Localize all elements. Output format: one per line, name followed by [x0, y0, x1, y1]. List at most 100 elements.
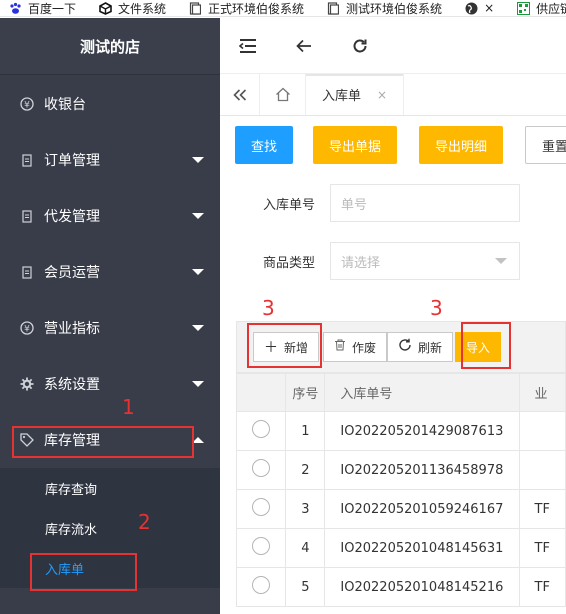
sidebar-item-members[interactable]: 会员运营 — [0, 244, 220, 300]
column-header-type: 业 — [518, 373, 566, 412]
row-no: 3 — [285, 489, 326, 529]
annotation-box-inventory — [12, 426, 194, 458]
type-select[interactable]: 请选择 — [330, 242, 520, 280]
type-placeholder: 请选择 — [341, 255, 381, 271]
sidebar-item-label: 会员运营 — [44, 265, 100, 281]
bookmark-globe[interactable]: × — [456, 1, 494, 15]
table-header-row: 序号 入库单号 业 — [235, 373, 566, 412]
table-row[interactable]: 2 IO202205201136458978 — [235, 450, 566, 490]
annotation-number-3-import: 3 — [430, 296, 443, 320]
doc-icon — [20, 265, 34, 279]
bookmark-prod-system[interactable]: 正式环境伯俊系统 — [180, 0, 305, 16]
row-radio[interactable] — [252, 576, 271, 594]
svg-text:¥: ¥ — [24, 325, 30, 335]
order-no-label: 入库单号 — [262, 197, 315, 213]
shop-title: 测试的店 — [0, 18, 220, 75]
column-header-no: 序号 — [285, 373, 326, 412]
bookmark-label: 百度一下 — [28, 1, 77, 16]
refresh-button[interactable]: 刷新 — [387, 332, 454, 362]
row-no: 1 — [285, 411, 326, 451]
row-order-no: IO202205201136458978 — [324, 450, 520, 490]
order-no-input[interactable]: 单号 — [330, 184, 520, 222]
sidebar-item-label: 代发管理 — [44, 209, 100, 225]
chevron-down-icon — [192, 381, 204, 387]
sidebar-item-label: 营业指标 — [44, 321, 100, 337]
menu-toggle-icon[interactable] — [220, 18, 276, 74]
type-row: 商品类型 请选择 — [220, 242, 566, 280]
sidebar-subitem-stock-flow[interactable]: 库存流水 — [0, 508, 220, 548]
bookmark-label: 正式环境伯俊系统 — [208, 1, 305, 16]
reset-button[interactable]: 重置 — [525, 126, 566, 164]
row-no: 2 — [285, 450, 326, 490]
sidebar-item-label: 系统设置 — [44, 377, 100, 393]
export-doc-button[interactable]: 导出单据 — [313, 126, 398, 164]
void-button[interactable]: 作废 — [323, 332, 388, 362]
tab-label: 入库单 — [321, 89, 361, 104]
bookmark-test-system[interactable]: 测试环境伯俊系统 — [318, 0, 442, 16]
row-extra: TF — [518, 567, 566, 607]
export-detail-button[interactable]: 导出明细 — [419, 126, 504, 164]
row-radio[interactable] — [252, 420, 271, 438]
yen-icon: ¥ — [20, 96, 34, 111]
trash-icon — [334, 339, 346, 355]
bookmark-label: 供应链 — [536, 1, 566, 16]
refresh-icon[interactable] — [332, 18, 388, 74]
bookmark-file-system[interactable]: 文件系统 — [90, 0, 167, 16]
double-chevron-left-icon[interactable] — [220, 74, 260, 115]
sidebar-item-label: 收银台 — [44, 96, 86, 113]
close-icon[interactable]: × — [377, 88, 387, 102]
bookmark-label: × — [484, 1, 495, 15]
select-column-header — [235, 373, 287, 412]
chevron-down-icon — [192, 157, 204, 163]
top-bar — [220, 18, 566, 74]
row-radio[interactable] — [252, 498, 271, 516]
globe-icon — [464, 1, 478, 15]
sidebar: 测试的店 ¥ 收银台 订单管理 代发管理 会员运营 ¥ 营业指标 系统设置 库存… — [0, 18, 220, 614]
sidebar-item-orders[interactable]: 订单管理 — [0, 132, 220, 188]
annotation-number-3-add: 3 — [262, 296, 275, 320]
row-extra — [518, 411, 566, 451]
order-no-row: 入库单号 单号 — [220, 184, 566, 222]
row-radio[interactable] — [252, 537, 271, 555]
bookmark-baidu[interactable]: 百度一下 — [0, 0, 77, 16]
bookmark-supply-chain[interactable]: 供应链 — [508, 0, 566, 16]
search-button[interactable]: 查找 — [235, 126, 294, 164]
home-icon[interactable] — [260, 74, 306, 115]
row-order-no: IO202205201048145216 — [324, 567, 520, 607]
table-row[interactable]: 3 IO202205201059246167 TF — [235, 489, 566, 529]
row-extra — [518, 450, 566, 490]
doc-icon — [20, 153, 34, 167]
qr-icon — [516, 1, 530, 15]
row-no: 4 — [285, 528, 326, 568]
row-order-no: IO202205201429087613 — [324, 411, 520, 451]
back-arrow-icon[interactable] — [276, 18, 332, 74]
annotation-box-import — [461, 322, 511, 369]
paw-icon — [8, 1, 22, 15]
chevron-down-icon — [495, 258, 507, 264]
gear-icon — [20, 377, 34, 391]
sidebar-item-metrics[interactable]: ¥ 营业指标 — [0, 300, 220, 356]
sidebar-item-dropship[interactable]: 代发管理 — [0, 188, 220, 244]
type-label: 商品类型 — [262, 255, 315, 271]
refresh-icon — [398, 338, 412, 356]
bookmark-label: 文件系统 — [118, 1, 167, 16]
chevron-down-icon — [192, 213, 204, 219]
cube-icon — [98, 1, 112, 15]
row-extra: TF — [518, 528, 566, 568]
doc-icon — [20, 209, 34, 223]
table-row[interactable]: 5 IO202205201048145216 TF — [235, 567, 566, 607]
inbound-order-table: 序号 入库单号 业 1 IO202205201429087613 2 IO202… — [235, 373, 566, 607]
row-radio[interactable] — [252, 459, 271, 477]
column-header-order: 入库单号 — [324, 373, 520, 412]
svg-text:¥: ¥ — [24, 100, 30, 110]
table-row[interactable]: 4 IO202205201048145631 TF — [235, 528, 566, 568]
annotation-number-1: 1 — [122, 395, 135, 419]
annotation-box-inbound — [30, 553, 137, 591]
void-label: 作废 — [352, 340, 377, 355]
table-row[interactable]: 1 IO202205201429087613 — [235, 411, 566, 451]
sidebar-item-cashier[interactable]: ¥ 收银台 — [0, 75, 220, 132]
tab-inbound-order[interactable]: 入库单 × — [306, 74, 404, 115]
sidebar-subitem-stock-query[interactable]: 库存查询 — [0, 468, 220, 508]
sidebar-item-settings[interactable]: 系统设置 — [0, 356, 220, 412]
chevron-down-icon — [192, 269, 204, 275]
